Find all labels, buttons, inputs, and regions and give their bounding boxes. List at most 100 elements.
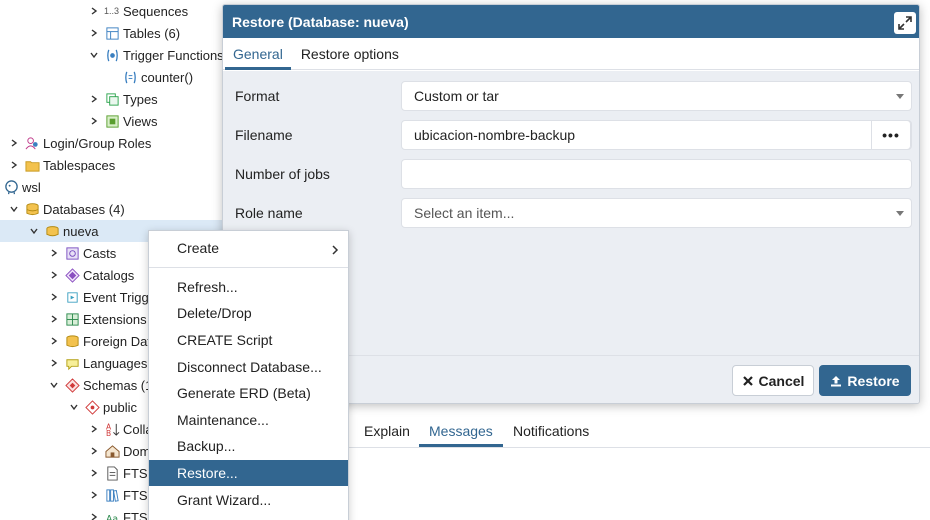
tree-item-fts-dictionaries[interactable]: FTS	[88, 484, 148, 506]
format-select[interactable]: Custom or tar	[401, 81, 912, 111]
tree-item-event-triggers[interactable]: Event Trigg	[48, 286, 149, 308]
filename-input[interactable]: ubicacion-nombre-backup •••	[401, 120, 912, 150]
tree-item-public[interactable]: public	[68, 396, 137, 418]
tree-label: Languages	[83, 355, 148, 371]
filename-label: Filename	[235, 127, 293, 143]
tab-explain[interactable]: Explain	[364, 423, 410, 439]
tree-item-login-roles[interactable]: Login/Group Roles	[8, 132, 151, 154]
dialog-header[interactable]: Restore (Database: nueva)	[223, 5, 919, 38]
format-label: Format	[235, 88, 280, 104]
tree-item-domains[interactable]: Dom	[88, 440, 150, 462]
menu-item-create[interactable]: Create	[149, 235, 348, 261]
tree-label: Types	[123, 91, 158, 107]
maximize-button[interactable]	[894, 12, 916, 34]
tree-item-sequences[interactable]: 1..3 Sequences	[88, 0, 188, 22]
chevron-down-icon[interactable]	[8, 198, 20, 220]
views-icon	[104, 113, 120, 129]
tree-item-collations[interactable]: AB Colla	[88, 418, 153, 440]
tab-notifications[interactable]: Notifications	[513, 423, 589, 439]
menu-item-restore[interactable]: Restore...	[149, 460, 348, 486]
menu-item-disconnect-database[interactable]: Disconnect Database...	[149, 354, 348, 380]
menu-item-generate-erd[interactable]: Generate ERD (Beta)	[149, 380, 348, 406]
chevron-right-icon[interactable]	[8, 154, 20, 176]
tree-item-schemas[interactable]: Schemas (1	[48, 374, 152, 396]
chevron-down-icon[interactable]	[48, 374, 60, 396]
databases-icon	[24, 201, 40, 217]
chevron-right-icon[interactable]	[88, 462, 100, 484]
schema-icon	[84, 399, 100, 415]
languages-icon	[64, 355, 80, 371]
postgres-server-icon	[3, 179, 19, 195]
menu-item-refresh[interactable]: Refresh...	[149, 274, 348, 300]
chevron-right-icon[interactable]	[8, 132, 20, 154]
filename-value: ubicacion-nombre-backup	[414, 127, 576, 143]
chevron-down-icon[interactable]	[68, 396, 80, 418]
chevron-right-icon[interactable]	[48, 352, 60, 374]
role-label: Role name	[235, 205, 303, 221]
tree-label: Foreign Dat	[83, 333, 151, 349]
chevron-right-icon[interactable]	[88, 506, 100, 520]
tab-general[interactable]: General	[225, 46, 291, 70]
chevron-right-icon[interactable]	[48, 264, 60, 286]
chevron-right-icon[interactable]	[88, 0, 100, 22]
menu-item-backup[interactable]: Backup...	[149, 433, 348, 459]
menu-item-create-script[interactable]: CREATE Script	[149, 327, 348, 353]
chevron-right-icon[interactable]	[48, 308, 60, 330]
tab-messages[interactable]: Messages	[429, 423, 493, 439]
tree-item-languages[interactable]: Languages	[48, 352, 147, 374]
menu-item-delete-drop[interactable]: Delete/Drop	[149, 300, 348, 326]
tree-item-databases[interactable]: Databases (4)	[8, 198, 125, 220]
menu-item-grant-wizard[interactable]: Grant Wizard...	[149, 487, 348, 513]
tree-item-types[interactable]: Types	[88, 88, 158, 110]
tree-label: Tablespaces	[43, 157, 116, 173]
tree-label: Sequences	[123, 3, 189, 19]
tree-item-casts[interactable]: Casts	[48, 242, 116, 264]
number-of-jobs-input[interactable]	[401, 159, 912, 189]
sequences-icon: 1..3	[104, 6, 120, 16]
chevron-right-icon[interactable]	[48, 286, 60, 308]
tree-label: counter()	[141, 69, 194, 85]
chevron-right-icon[interactable]	[88, 418, 100, 440]
tree-label: FTS	[123, 509, 148, 520]
tree-label: FTS	[123, 465, 148, 481]
tree-item-server-wsl[interactable]: wsl	[3, 176, 41, 198]
tree-label: Casts	[83, 245, 117, 261]
tree-item-views[interactable]: Views	[88, 110, 157, 132]
fts-config-icon	[104, 465, 120, 481]
browse-file-button[interactable]: •••	[871, 120, 911, 150]
trigger-function-icon	[104, 47, 120, 63]
chevron-down-icon[interactable]	[88, 44, 100, 66]
role-name-select[interactable]: Select an item...	[401, 198, 912, 228]
chevron-right-icon[interactable]	[88, 88, 100, 110]
tab-restore-options[interactable]: Restore options	[293, 46, 407, 69]
chevron-right-icon[interactable]	[88, 110, 100, 132]
chevron-right-icon[interactable]	[88, 22, 100, 44]
chevron-right-icon[interactable]	[48, 330, 60, 352]
tree-item-fts-parsers[interactable]: Aa FTS	[88, 506, 148, 520]
tree-item-counter[interactable]: counter()	[122, 66, 193, 88]
fts-parser-icon: Aa	[104, 509, 120, 520]
schemas-icon	[64, 377, 80, 393]
tree-item-tables[interactable]: Tables (6)	[88, 22, 180, 44]
chevron-right-icon[interactable]	[88, 440, 100, 462]
upload-icon	[830, 375, 842, 387]
caret-down-icon	[896, 211, 904, 216]
cancel-button[interactable]: Cancel	[732, 365, 814, 396]
tree-label: public	[103, 399, 137, 415]
chevron-right-icon[interactable]	[88, 484, 100, 506]
domain-icon	[104, 443, 120, 459]
tree-item-tablespaces[interactable]: Tablespaces	[8, 154, 115, 176]
tree-item-fts-configurations[interactable]: FTS	[88, 462, 148, 484]
caret-down-icon	[896, 94, 904, 99]
chevron-right-icon[interactable]	[48, 242, 60, 264]
tree-item-catalogs[interactable]: Catalogs	[48, 264, 134, 286]
chevron-down-icon[interactable]	[28, 220, 40, 242]
restore-button[interactable]: Restore	[819, 365, 911, 396]
tree-item-extensions[interactable]: Extensions	[48, 308, 147, 330]
collation-icon: AB	[104, 421, 120, 437]
tree-label: Schemas (1	[83, 377, 153, 393]
tree-item-trigger-functions[interactable]: Trigger Functions	[88, 44, 224, 66]
tree-item-foreign-data[interactable]: Foreign Dat	[48, 330, 151, 352]
menu-item-maintenance[interactable]: Maintenance...	[149, 407, 348, 433]
tree-label: Trigger Functions	[123, 47, 224, 63]
